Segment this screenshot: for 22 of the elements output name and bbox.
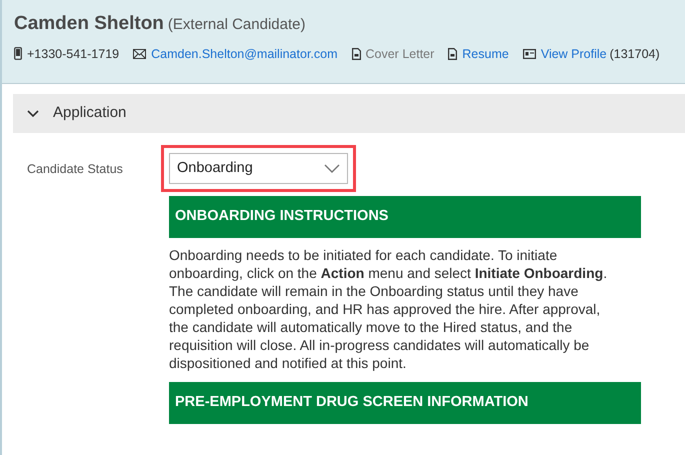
contact-link[interactable]: View Profile xyxy=(540,44,607,64)
contact-link[interactable]: Resume xyxy=(462,44,509,64)
panel-banner: ONBOARDING INSTRUCTIONS xyxy=(169,196,641,238)
contact-link[interactable]: Camden.Shelton@mailinator.com xyxy=(151,44,338,64)
panel-text: Onboarding needs to be initiated for each candidate. To initiate onboarding, click on the Action menu and select Initiate Onboarding. The candidate will remain in the Onboarding status until they have completed onboarding, and HR has approved the hire. After approval, the candidate will automatically move to the Hired status, and the requisition will close. All in-progress candidates will automatically be dispositioned and notified at this point. xyxy=(169,246,608,372)
contact-text: Cover Letter xyxy=(366,46,434,62)
id-card-icon xyxy=(522,48,536,59)
chevron-icon xyxy=(27,110,39,118)
phone-icon xyxy=(14,47,22,60)
section-header[interactable]: Application xyxy=(13,94,685,133)
contact-text: +1330-541-1719 xyxy=(27,46,120,62)
chevron-icon xyxy=(324,164,340,173)
profile-id: (131704) xyxy=(610,46,660,63)
document-icon xyxy=(352,48,360,60)
document-icon xyxy=(448,48,458,60)
panel-banner: PRE-EMPLOYMENT DRUG SCREEN INFORMATION xyxy=(169,382,641,424)
candidate-type: (External Candidate) xyxy=(168,15,306,35)
envelope-icon xyxy=(133,48,146,59)
status-dropdown[interactable]: Onboarding xyxy=(169,153,348,184)
field-label: Candidate Status xyxy=(26,161,124,178)
candidate-name: Camden Shelton xyxy=(14,12,164,36)
section-title: Application xyxy=(53,103,126,124)
